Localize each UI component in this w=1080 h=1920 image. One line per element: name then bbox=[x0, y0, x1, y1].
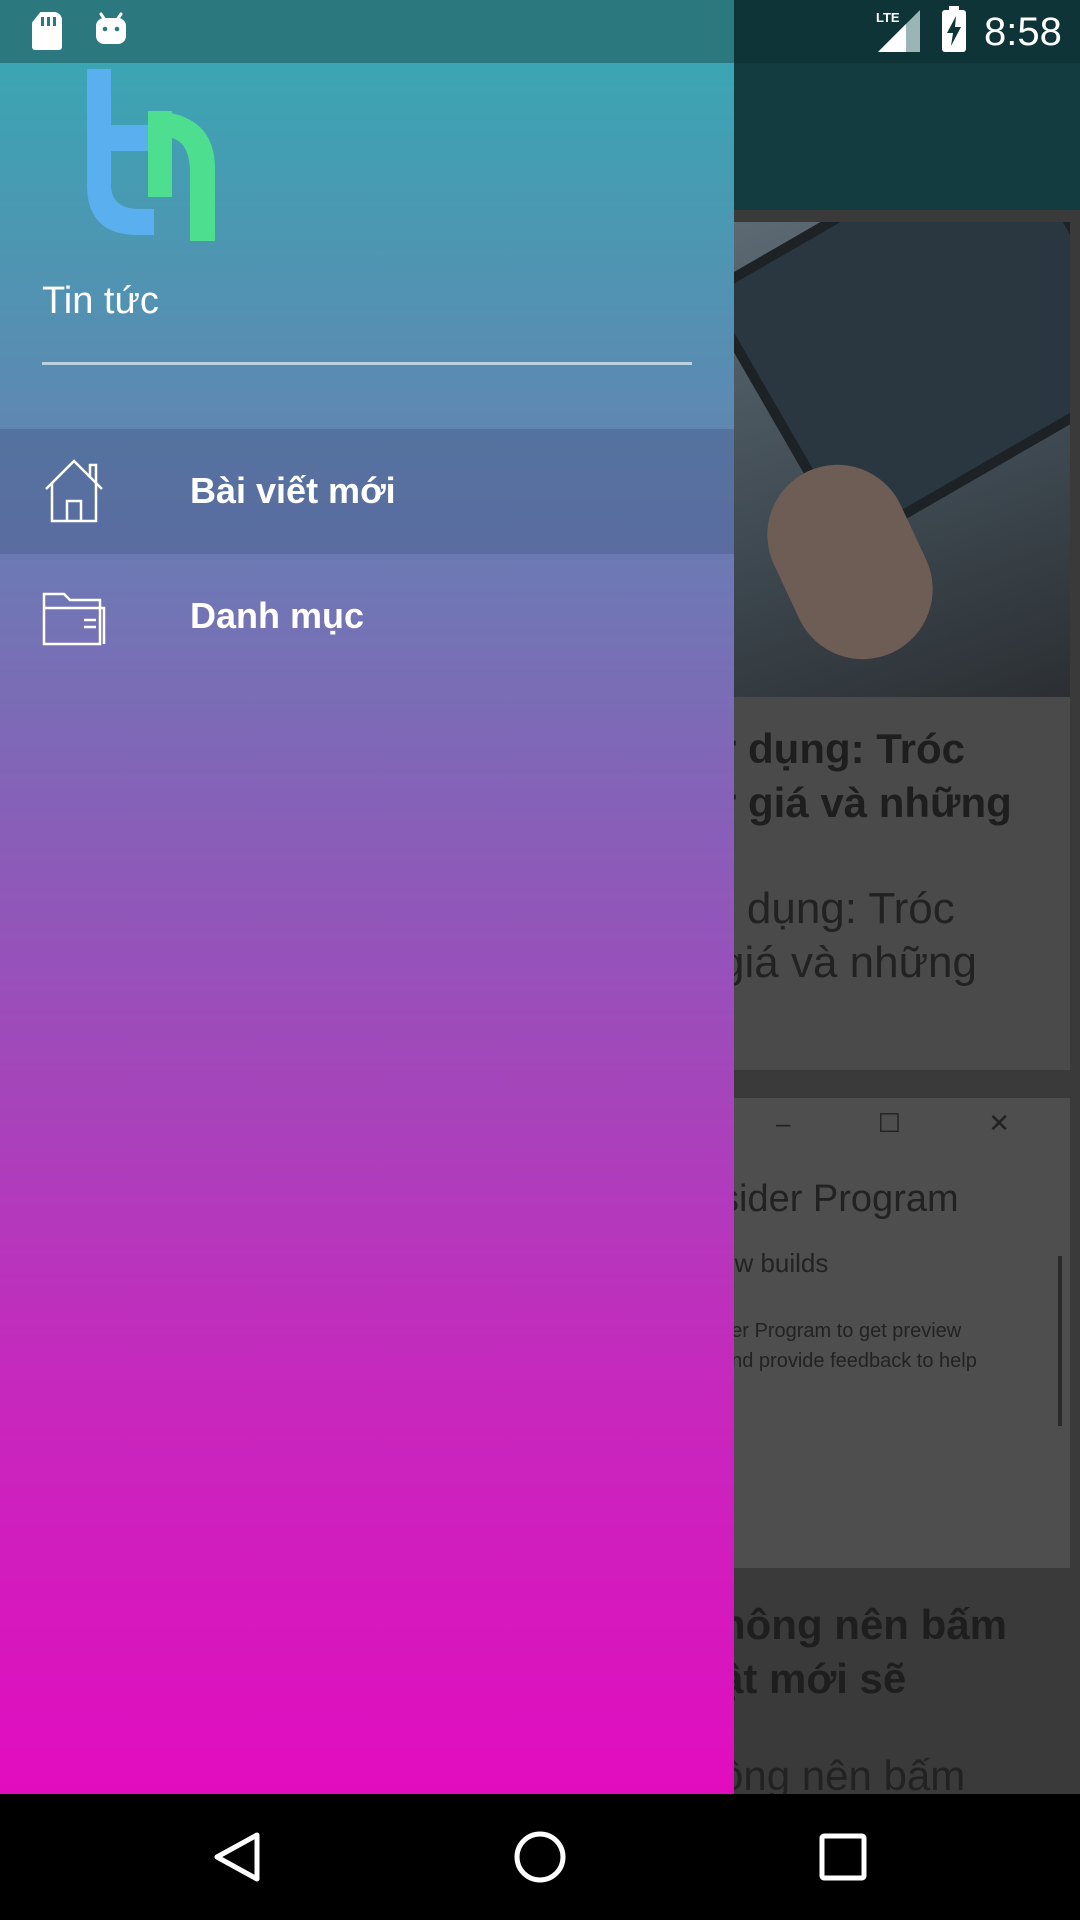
android-icon bbox=[96, 12, 126, 44]
nav-item-categories[interactable]: Danh mục bbox=[0, 554, 734, 679]
drawer-title: Tin tức bbox=[42, 280, 159, 322]
back-button[interactable] bbox=[207, 1827, 267, 1887]
battery-charging-icon bbox=[942, 6, 966, 52]
nav-item-label: Bài viết mới bbox=[190, 470, 396, 511]
navigation-drawer: Tin tức Bài viết mới Danh mục bbox=[0, 63, 734, 1794]
drawer-divider bbox=[42, 362, 692, 365]
system-navigation-bar bbox=[0, 1794, 1080, 1920]
home-icon bbox=[45, 459, 103, 523]
status-clock: 8:58 bbox=[984, 10, 1062, 54]
nav-item-label: Danh mục bbox=[190, 595, 365, 636]
home-button[interactable] bbox=[510, 1827, 570, 1887]
folder-icon bbox=[42, 592, 106, 646]
sd-card-icon bbox=[32, 12, 62, 50]
status-bar: LTE 8:58 bbox=[0, 0, 1080, 63]
lte-signal-icon: LTE bbox=[876, 10, 920, 52]
nav-item-new-posts[interactable]: Bài viết mới bbox=[0, 429, 734, 554]
network-type-label: LTE bbox=[876, 10, 900, 25]
recents-button[interactable] bbox=[813, 1827, 873, 1887]
app-logo bbox=[87, 69, 215, 241]
